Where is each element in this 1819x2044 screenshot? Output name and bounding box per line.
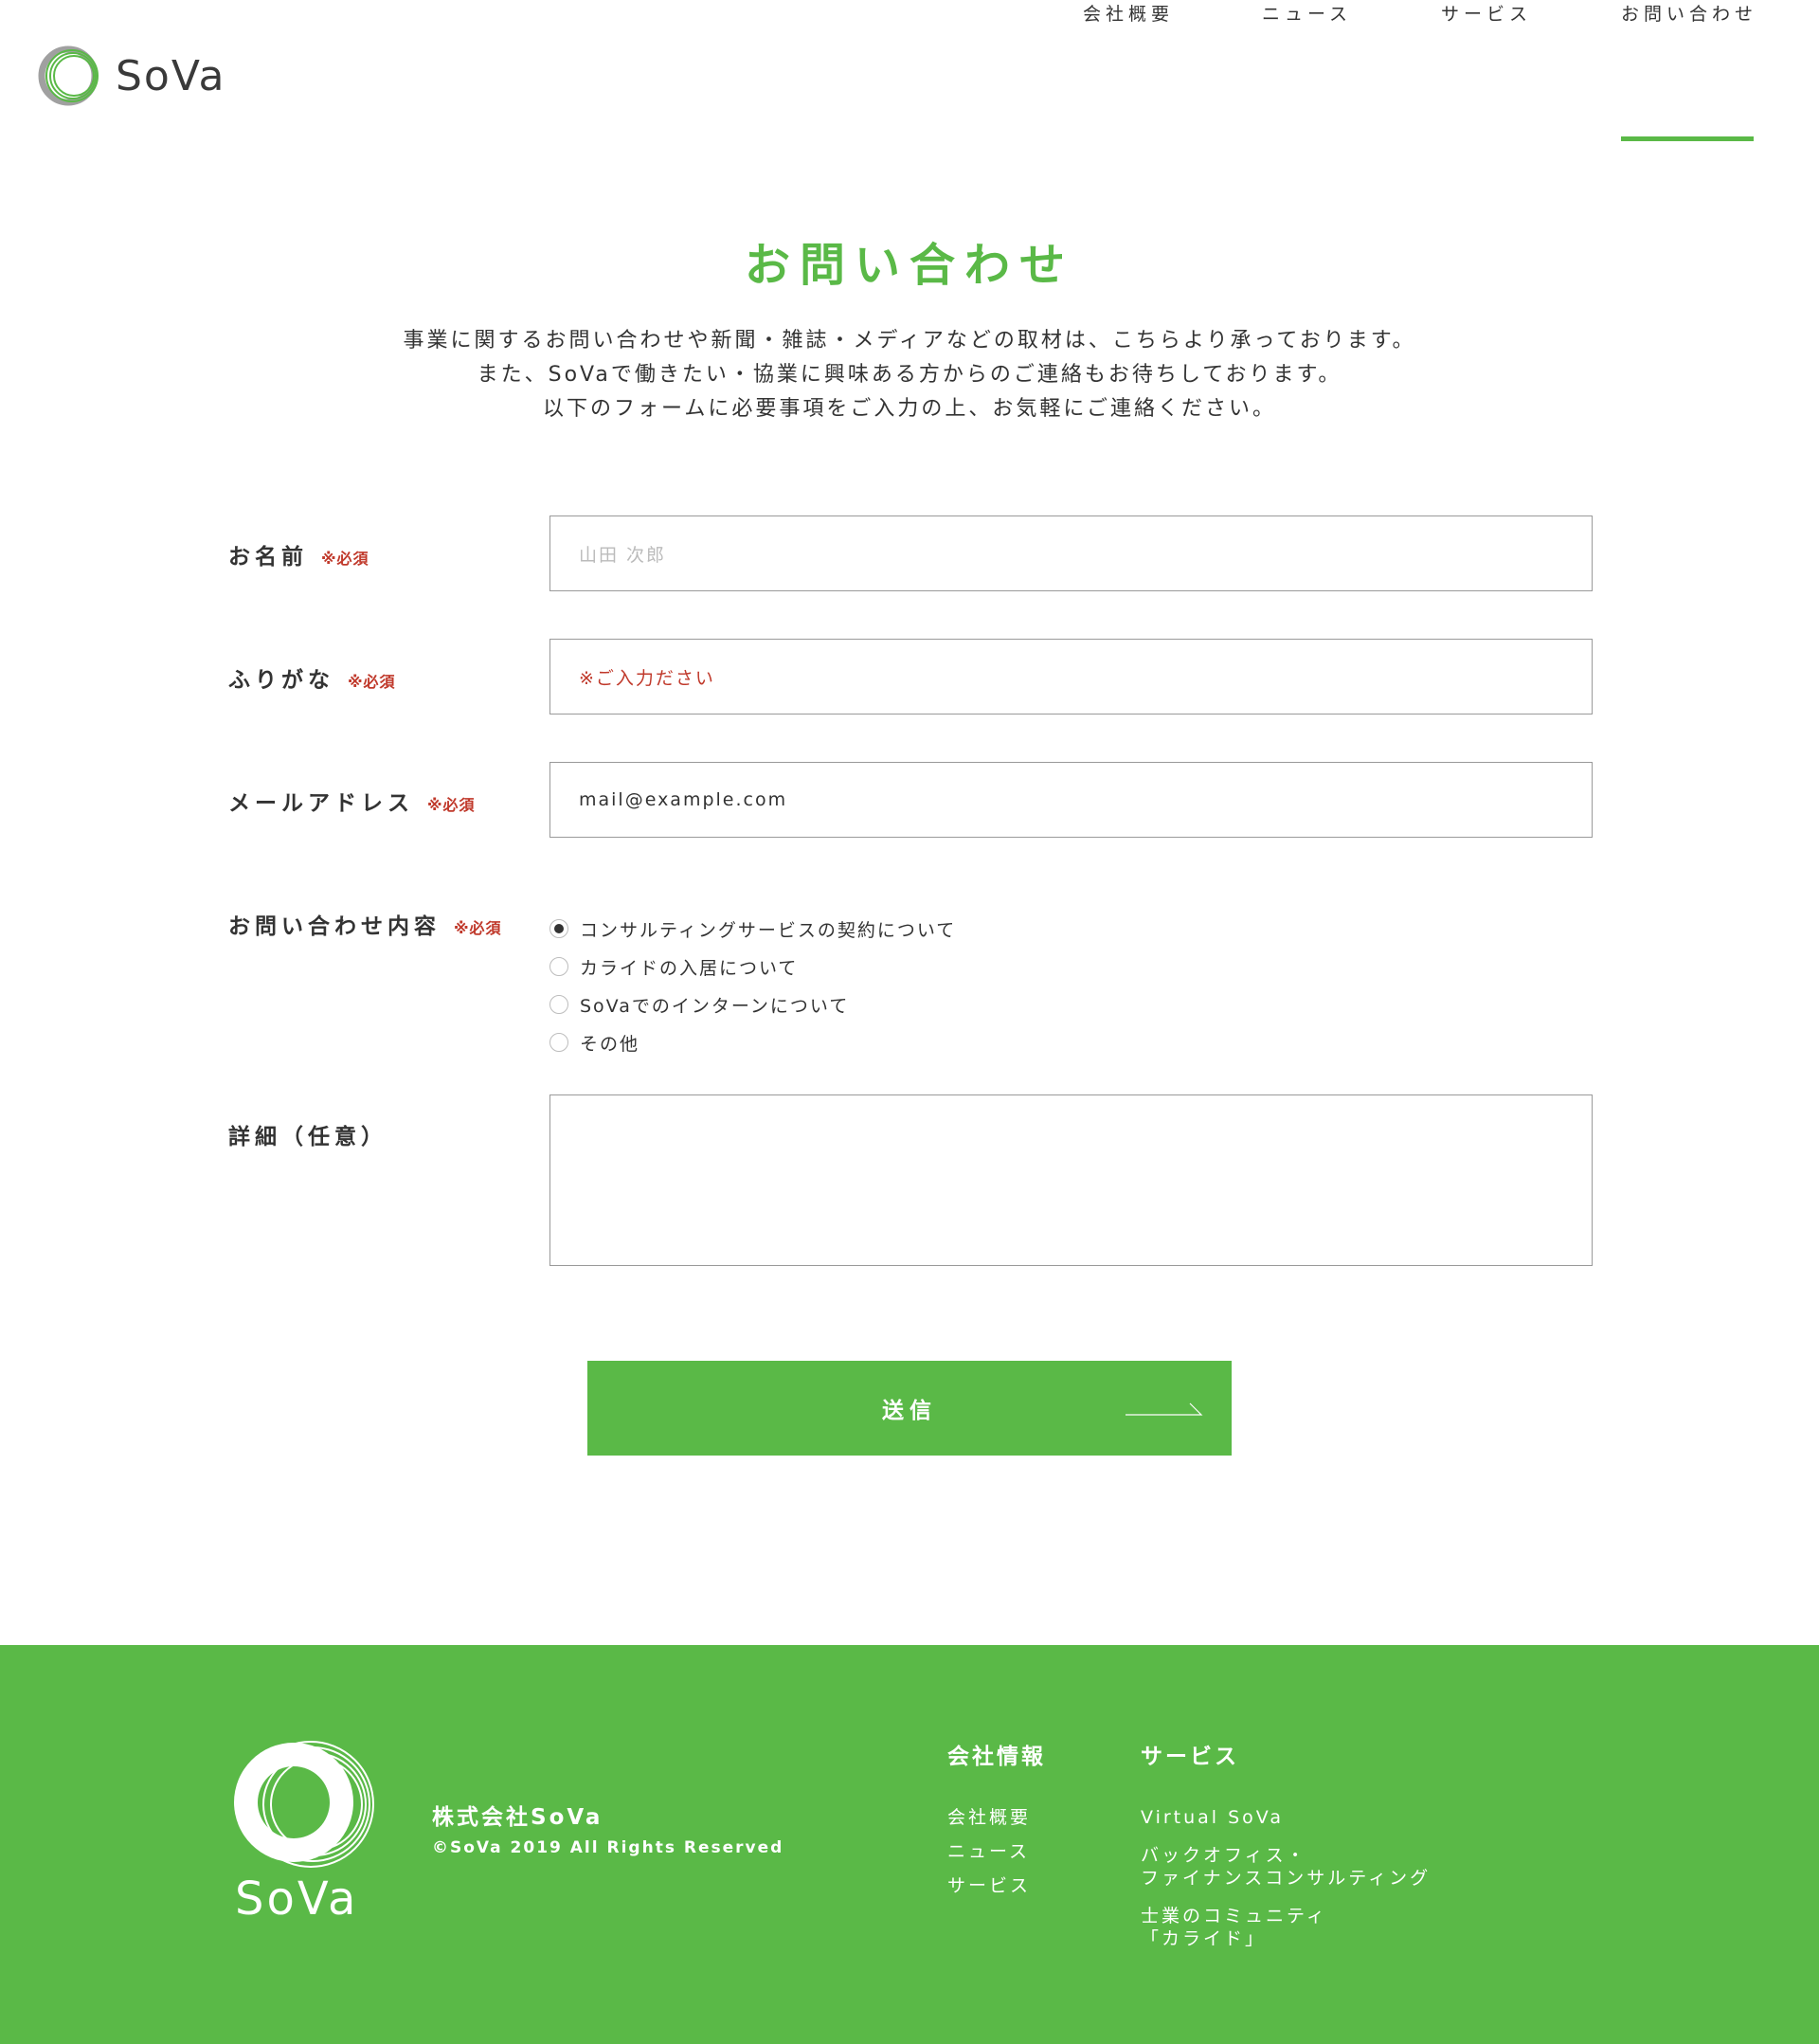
- name-label-text: お名前: [228, 545, 308, 570]
- nav-item-contact[interactable]: お問い合わせ: [1621, 0, 1757, 26]
- inquiry-label-text: お問い合わせ内容: [228, 914, 441, 939]
- intro-line: 事業に関するお問い合わせや新聞・雑誌・メディアなどの取材は、こちらより承っており…: [403, 329, 1416, 353]
- radio-checked-icon: [549, 919, 568, 938]
- footer-col-title: 会社情報: [947, 1745, 1046, 1769]
- nav-active-indicator: [1621, 136, 1754, 141]
- submit-button[interactable]: 送信: [587, 1361, 1232, 1456]
- footer-link-news[interactable]: ニュース: [947, 1840, 1046, 1863]
- furigana-input[interactable]: ※ご入力ださい: [549, 639, 1593, 714]
- submit-label: 送信: [882, 1399, 937, 1423]
- footer-link-backoffice[interactable]: バックオフィス・ ファイナンスコンサルティング: [1141, 1844, 1431, 1890]
- site-footer: SoVa 株式会社SoVa ©SoVa 2019 All Rights Rese…: [0, 1645, 1819, 2044]
- email-input[interactable]: mail@example.com: [549, 762, 1593, 838]
- inquiry-label: お問い合わせ内容 ※必須: [228, 908, 502, 940]
- inquiry-option-kalide[interactable]: カライドの入居について: [549, 948, 956, 986]
- footer-company-name: 株式会社SoVa: [432, 1805, 603, 1830]
- sova-logo-icon: [38, 45, 99, 106]
- radio-unchecked-icon: [549, 995, 568, 1014]
- footer-company-links: 会社情報 会社概要 ニュース サービス: [947, 1738, 1046, 1908]
- inquiry-option-intern[interactable]: SoVaでのインターンについて: [549, 986, 956, 1023]
- footer-link-services[interactable]: サービス: [947, 1874, 1046, 1897]
- arrow-right-icon: [1126, 1402, 1203, 1416]
- radio-unchecked-icon: [549, 1033, 568, 1052]
- furigana-label: ふりがな ※必須: [228, 661, 396, 694]
- furigana-label-text: ふりがな: [228, 668, 334, 693]
- name-label: お名前 ※必須: [228, 538, 369, 570]
- page-title: お問い合わせ: [744, 239, 1074, 292]
- radio-label: カライドの入居について: [580, 957, 799, 979]
- footer-link-virtual-sova[interactable]: Virtual SoVa: [1141, 1806, 1431, 1829]
- radio-label: SoVaでのインターンについて: [580, 995, 850, 1017]
- footer-col-title: サービス: [1141, 1745, 1239, 1769]
- details-textarea[interactable]: [549, 1094, 1593, 1266]
- nav-item-company[interactable]: 会社概要: [1083, 0, 1174, 26]
- intro-text: 事業に関するお問い合わせや新聞・雑誌・メディアなどの取材は、こちらより承っており…: [0, 324, 1819, 426]
- inquiry-option-consulting[interactable]: コンサルティングサービスの契約について: [549, 910, 956, 948]
- details-label-text: 詳細（任意）: [228, 1125, 387, 1149]
- required-mark: ※必須: [321, 550, 369, 568]
- footer-link-kalide[interactable]: 士業のコミュニティ 「カライド」: [1141, 1905, 1431, 1950]
- nav-item-services[interactable]: サービス: [1441, 0, 1532, 26]
- intro-line: 以下のフォームに必要事項をご入力の上、お気軽にご連絡ください。: [543, 397, 1276, 421]
- logo[interactable]: SoVa: [36, 42, 226, 110]
- footer-logo-text: SoVa: [235, 1872, 359, 1926]
- radio-unchecked-icon: [549, 957, 568, 976]
- required-mark: ※必須: [348, 673, 396, 691]
- name-input[interactable]: 山田 次郎: [549, 516, 1593, 591]
- email-label-text: メールアドレス: [228, 791, 414, 816]
- intro-line: また、SoVaで働きたい・協業に興味ある方からのご連絡もお待ちしております。: [477, 363, 1342, 387]
- required-mark: ※必須: [454, 919, 502, 937]
- nav-item-news[interactable]: ニュース: [1262, 0, 1352, 26]
- inquiry-option-other[interactable]: その他: [549, 1023, 956, 1061]
- site-header: SoVa 会社概要 ニュース サービス お問い合わせ: [0, 0, 1819, 142]
- footer-link-company[interactable]: 会社概要: [947, 1806, 1046, 1829]
- required-mark: ※必須: [427, 796, 476, 814]
- furigana-error: ※ご入力ださい: [579, 667, 715, 689]
- footer-service-links: サービス Virtual SoVa バックオフィス・ ファイナンスコンサルティン…: [1141, 1738, 1431, 1965]
- email-value: mail@example.com: [579, 789, 788, 810]
- footer-copyright: ©SoVa 2019 All Rights Reserved: [432, 1838, 784, 1857]
- radio-label: その他: [580, 1033, 640, 1055]
- radio-label: コンサルティングサービスの契約について: [580, 919, 957, 941]
- email-label: メールアドレス ※必須: [228, 785, 476, 817]
- details-label: 詳細（任意）: [228, 1118, 387, 1150]
- name-placeholder: 山田 次郎: [579, 544, 667, 566]
- logo-text: SoVa: [116, 51, 226, 100]
- inquiry-radio-group: コンサルティングサービスの契約について カライドの入居について SoVaでのイン…: [549, 910, 956, 1061]
